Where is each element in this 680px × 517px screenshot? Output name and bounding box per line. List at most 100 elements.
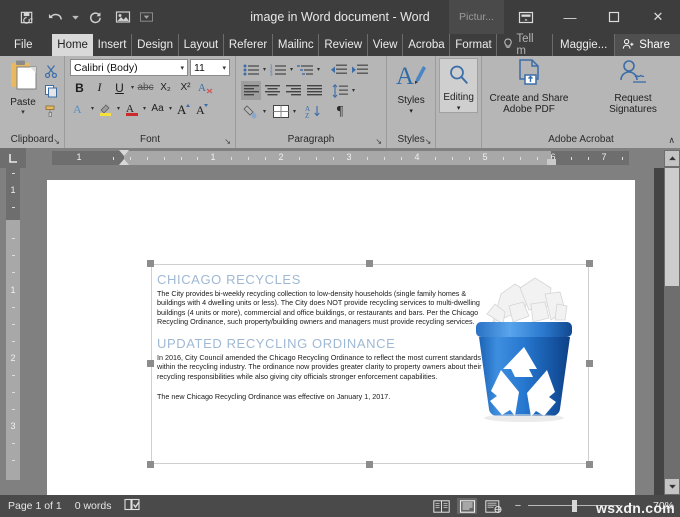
copy-button[interactable] [42, 82, 60, 99]
tab-review[interactable]: Review [319, 34, 367, 56]
numbering-icon[interactable]: 123 [268, 60, 288, 79]
resize-handle-bottom-right[interactable] [586, 461, 593, 468]
page-indicator[interactable]: Page 1 of 1 [8, 500, 62, 512]
italic-button[interactable]: I [90, 78, 109, 97]
selected-text-box[interactable]: CHICAGO RECYCLES The City provides bi-we… [151, 264, 589, 464]
cut-button[interactable] [42, 62, 60, 79]
vertical-scrollbar[interactable] [664, 150, 680, 495]
align-left-icon[interactable] [241, 81, 261, 100]
borders-icon[interactable] [271, 102, 291, 121]
paste-dropdown-arrow[interactable]: ▾ [21, 108, 25, 116]
justify-icon[interactable] [304, 81, 324, 100]
resize-handle-bottom-left[interactable] [147, 461, 154, 468]
clear-formatting-icon[interactable]: A [196, 78, 215, 97]
resize-handle-top-left[interactable] [147, 260, 154, 267]
font-name-input[interactable]: Calibri (Body) ▾ [70, 59, 188, 76]
resize-handle-bottom-center[interactable] [366, 461, 373, 468]
format-painter-button[interactable] [42, 102, 60, 119]
tab-layout[interactable]: Layout [179, 34, 224, 56]
touch-mode-icon[interactable] [110, 4, 136, 30]
sort-icon[interactable]: AZ [303, 102, 323, 121]
editing-button[interactable]: Editing ▾ [439, 58, 478, 113]
tab-view[interactable]: View [368, 34, 403, 56]
highlight-icon[interactable] [96, 99, 115, 118]
line-spacing-dropdown-icon[interactable]: ▾ [351, 87, 356, 94]
align-center-icon[interactable] [262, 81, 282, 100]
close-button[interactable]: ✕ [636, 0, 680, 34]
change-case-button[interactable]: Aa [148, 99, 167, 118]
minimize-button[interactable]: — [548, 0, 592, 34]
bullets-icon[interactable] [241, 60, 261, 79]
undo-icon[interactable] [42, 4, 68, 30]
decrease-indent-icon[interactable] [329, 60, 349, 79]
tab-stop-left-icon[interactable] [0, 148, 26, 168]
scrollbar-thumb[interactable] [665, 168, 679, 286]
vertical-ruler[interactable]: 1 1 2 3 [0, 168, 26, 495]
grow-font-icon[interactable]: A [174, 99, 193, 118]
customize-qat-icon[interactable] [138, 4, 154, 30]
strikethrough-button[interactable]: abc [136, 78, 155, 97]
horizontal-ruler[interactable]: 1 1 2 3 4 5 6 7 [0, 148, 680, 168]
tab-format[interactable]: Format [450, 34, 497, 56]
zoom-slider[interactable] [528, 500, 620, 512]
resize-handle-top-center[interactable] [366, 260, 373, 267]
editing-dropdown-arrow[interactable]: ▾ [457, 104, 461, 112]
read-mode-icon[interactable] [431, 498, 451, 514]
tab-home[interactable]: Home [52, 34, 92, 56]
save-icon[interactable] [14, 4, 40, 30]
resize-handle-top-right[interactable] [586, 260, 593, 267]
show-formatting-marks-button[interactable]: ¶ [330, 102, 350, 121]
change-case-dropdown-icon[interactable]: ▾ [168, 105, 173, 112]
shrink-font-icon[interactable]: A [194, 99, 213, 118]
ribbon-display-options-icon[interactable] [504, 0, 548, 34]
print-layout-icon[interactable] [457, 498, 477, 514]
tab-design[interactable]: Design [132, 34, 178, 56]
subscript-button[interactable]: X₂ [156, 78, 175, 97]
tell-me-box[interactable]: Tell m [497, 34, 553, 56]
zoom-level[interactable]: 70% [640, 500, 674, 512]
numbering-dropdown-icon[interactable]: ▾ [289, 66, 294, 73]
increase-indent-icon[interactable] [350, 60, 370, 79]
font-size-input[interactable]: 11 ▾ [190, 59, 230, 76]
proofing-errors-icon[interactable] [124, 498, 140, 514]
font-size-dropdown-icon[interactable]: ▾ [222, 64, 226, 72]
recycling-bin-image[interactable] [465, 270, 583, 422]
request-signatures-button[interactable]: Request Signatures [586, 58, 680, 115]
share-button[interactable]: Share [615, 34, 680, 56]
tab-mailings[interactable]: Mailinc [273, 34, 319, 56]
first-line-indent-marker[interactable] [119, 150, 129, 156]
text-effects-dropdown-icon[interactable]: ▾ [90, 105, 95, 112]
restore-button[interactable] [592, 0, 636, 34]
horizontal-ruler-track[interactable]: 1 1 2 3 4 5 6 7 [26, 148, 680, 168]
scroll-down-icon[interactable] [665, 479, 679, 494]
create-and-share-adobe-pdf-button[interactable]: Create and Share Adobe PDF [482, 58, 576, 115]
underline-button[interactable]: U [110, 78, 129, 97]
borders-dropdown-icon[interactable]: ▾ [292, 108, 297, 115]
zoom-slider-thumb[interactable] [572, 500, 577, 512]
highlight-dropdown-icon[interactable]: ▾ [116, 105, 121, 112]
zoom-control[interactable]: − + 70% [509, 500, 674, 512]
zoom-in-button[interactable]: + [625, 500, 635, 512]
document-canvas[interactable]: CHICAGO RECYCLES The City provides bi-we… [26, 168, 654, 495]
bold-button[interactable]: B [70, 78, 89, 97]
paste-button[interactable]: Paste ▾ [4, 59, 42, 116]
right-indent-marker[interactable] [547, 159, 556, 165]
styles-button[interactable]: A Styles ▾ [387, 56, 435, 115]
font-color-dropdown-icon[interactable]: ▾ [142, 105, 147, 112]
shading-dropdown-icon[interactable]: ▾ [262, 108, 267, 115]
undo-dropdown-icon[interactable] [70, 4, 80, 30]
underline-dropdown-icon[interactable]: ▾ [130, 84, 135, 91]
tab-file[interactable]: File [0, 34, 42, 56]
line-spacing-icon[interactable] [330, 81, 350, 100]
font-color-icon[interactable]: A [122, 99, 141, 118]
document-page[interactable]: CHICAGO RECYCLES The City provides bi-we… [47, 180, 635, 495]
collapse-ribbon-button[interactable]: ∧ [668, 135, 675, 146]
shading-icon[interactable] [241, 102, 261, 121]
multilevel-dropdown-icon[interactable]: ▾ [316, 66, 321, 73]
text-effects-icon[interactable]: A [70, 99, 89, 118]
tab-insert[interactable]: Insert [93, 34, 133, 56]
superscript-button[interactable]: X² [176, 78, 195, 97]
tab-references[interactable]: Referer [224, 34, 273, 56]
hanging-indent-marker[interactable] [119, 159, 129, 165]
bullets-dropdown-icon[interactable]: ▾ [262, 66, 267, 73]
